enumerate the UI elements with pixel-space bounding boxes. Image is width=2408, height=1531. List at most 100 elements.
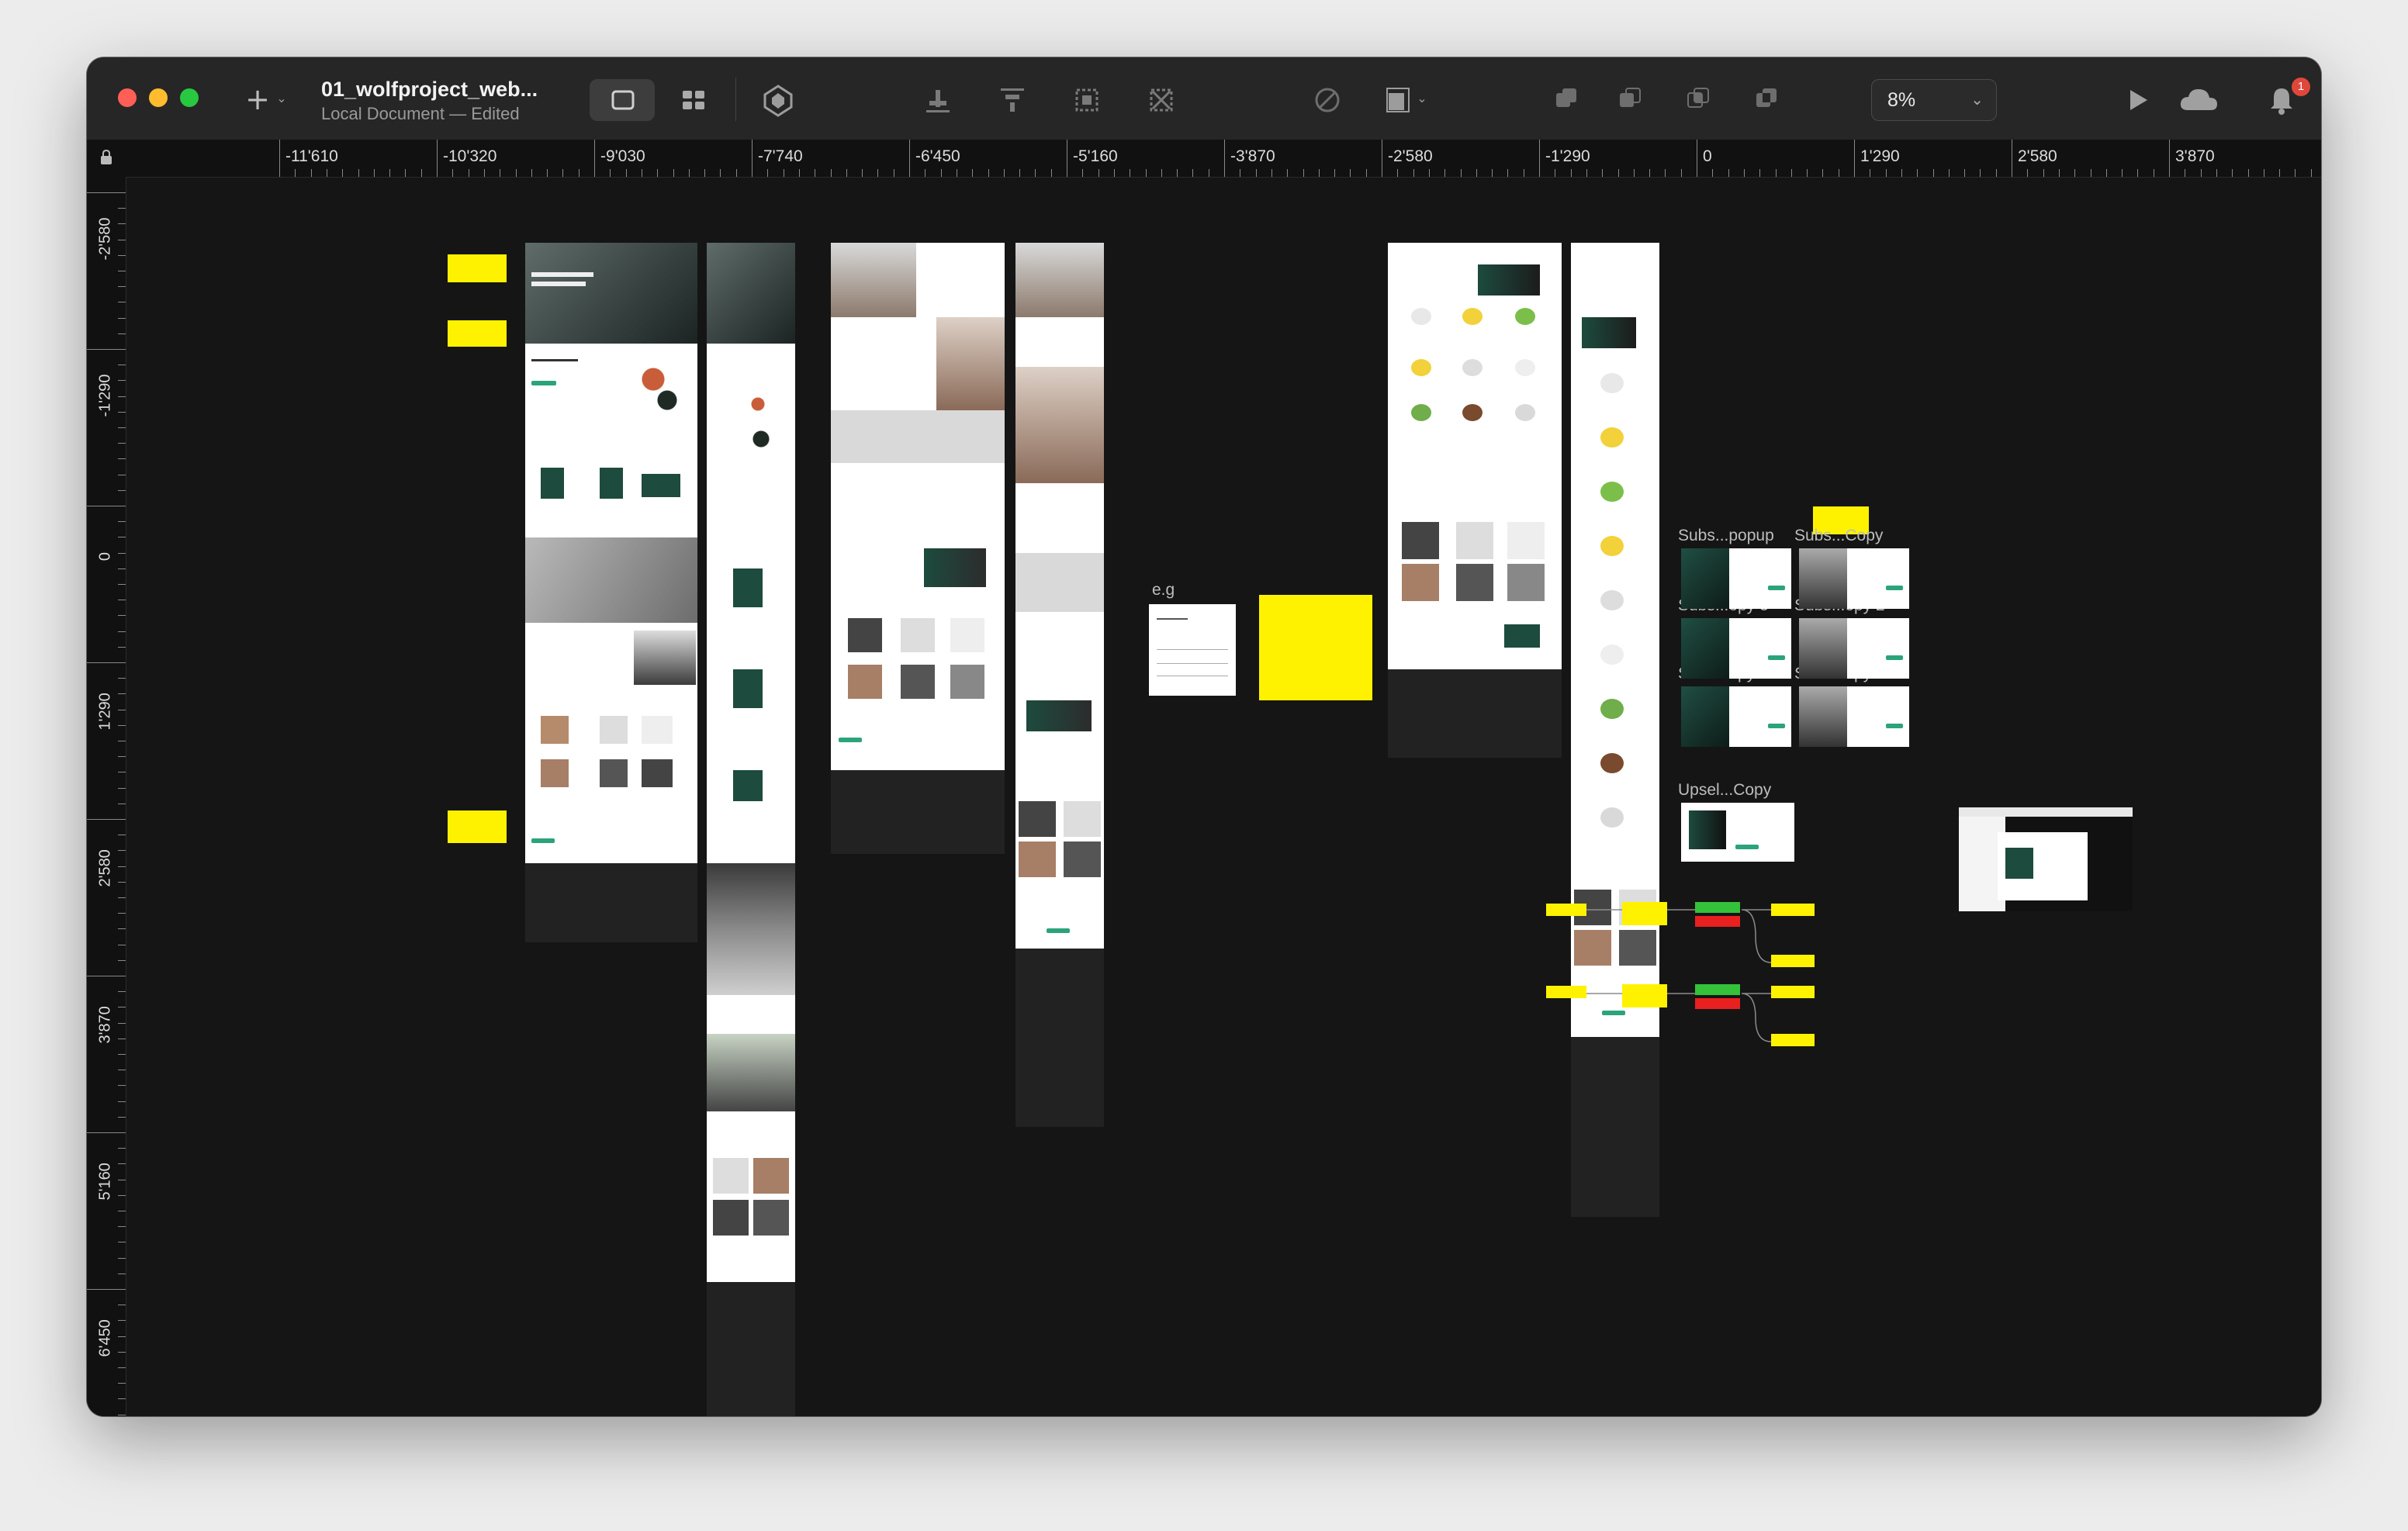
ruler-minor-tick: [373, 169, 375, 177]
browser-bar: [1959, 807, 2133, 817]
ruler-label: -5'160: [1073, 147, 1118, 165]
subscription-popup-frame[interactable]: [1799, 548, 1909, 609]
flow-node-yes[interactable]: [1695, 984, 1740, 995]
artboard-about-desktop[interactable]: [831, 243, 1005, 854]
ruler-minor-tick: [1775, 169, 1777, 177]
subscription-popup-frame[interactable]: [1681, 618, 1791, 679]
ruler-minor-tick: [118, 396, 126, 397]
ruler-minor-tick: [673, 169, 674, 177]
play-icon[interactable]: [2119, 82, 2155, 118]
ruler-minor-tick: [342, 169, 344, 177]
ruler-minor-tick: [1050, 169, 1052, 177]
ruler-minor-tick: [118, 1383, 126, 1384]
flow-node[interactable]: [1771, 904, 1815, 916]
hero-headline: [531, 272, 593, 277]
popup-submit-button[interactable]: [1886, 724, 1903, 728]
popup-submit-button[interactable]: [1768, 586, 1785, 590]
align-bottom-icon[interactable]: [919, 81, 957, 119]
sticky-note[interactable]: [448, 320, 507, 347]
artboard-about-mobile[interactable]: [1015, 243, 1104, 1127]
cloud-icon[interactable]: [2177, 81, 2222, 119]
maximize-window-button[interactable]: [180, 88, 199, 107]
flow-node[interactable]: [1771, 955, 1815, 967]
flow-node-no[interactable]: [1695, 998, 1740, 1009]
popup-submit-button[interactable]: [1886, 586, 1903, 590]
product-box: [1504, 624, 1540, 648]
mask-icon[interactable]: [1142, 81, 1181, 119]
product-image: [1689, 810, 1726, 849]
design-canvas[interactable]: e.g Subs...popup Subs...Copy Upsel...Cop…: [126, 178, 2321, 1416]
ruler-minor-tick: [2122, 169, 2123, 177]
popup-image: [1799, 686, 1847, 747]
plus-icon[interactable]: +: [244, 85, 272, 114]
artboard-ingredients-desktop[interactable]: [1388, 243, 1562, 758]
ruler-minor-tick: [118, 1257, 126, 1259]
ruler-minor-tick: [118, 913, 126, 914]
ruler-minor-tick: [483, 169, 485, 177]
ruler-minor-tick: [1082, 169, 1084, 177]
popup-submit-button[interactable]: [1886, 655, 1903, 660]
popup-submit-button[interactable]: [1768, 724, 1785, 728]
intersect-icon[interactable]: [1679, 81, 1718, 119]
flow-node[interactable]: [1622, 902, 1667, 925]
scissors-icon[interactable]: [1308, 81, 1347, 119]
ruler-minor-tick: [389, 169, 391, 177]
flow-node-yes[interactable]: [1695, 902, 1740, 913]
subscription-popup-frame[interactable]: [1799, 618, 1909, 679]
subscribe-button[interactable]: [839, 738, 862, 742]
chevron-down-icon[interactable]: ⌄: [1413, 90, 1431, 107]
ruler-minor-tick: [1885, 169, 1887, 177]
artboard-ingredients-mobile[interactable]: [1571, 243, 1659, 1217]
ruler-minor-tick: [1617, 169, 1619, 177]
sticky-note-large[interactable]: [1259, 595, 1372, 700]
difference-icon[interactable]: [1747, 81, 1786, 119]
distribute-icon[interactable]: [993, 81, 1032, 119]
ingredient-icon: [1462, 404, 1483, 421]
customer-photo: [713, 1200, 749, 1236]
subscribe-button[interactable]: [1047, 928, 1070, 933]
lock-icon[interactable]: [99, 149, 113, 166]
flow-node[interactable]: [1771, 1034, 1815, 1046]
minimize-window-button[interactable]: [149, 88, 168, 107]
sticky-note[interactable]: [448, 254, 507, 282]
footer: [707, 1282, 795, 1416]
frame-icon[interactable]: [1067, 81, 1106, 119]
zoom-select[interactable]: 8% ⌄: [1871, 79, 1997, 121]
artboard-dialog-example[interactable]: [1149, 604, 1236, 696]
subscription-popup-frame[interactable]: [1681, 686, 1791, 747]
sticky-note[interactable]: [448, 810, 507, 843]
artboard-home-mobile[interactable]: [707, 243, 795, 1416]
flow-node-no[interactable]: [1695, 916, 1740, 927]
grid-view-button[interactable]: [661, 79, 726, 121]
cta-button[interactable]: [531, 381, 556, 385]
subscription-popup-frame[interactable]: [1799, 686, 1909, 747]
ruler-minor-tick: [1476, 169, 1477, 177]
customer-photo: [713, 1158, 749, 1194]
artboard-upsell[interactable]: [1681, 803, 1794, 862]
flow-node[interactable]: [1546, 986, 1586, 998]
subscription-popup-frame[interactable]: [1681, 548, 1791, 609]
ruler-minor-tick: [1334, 169, 1336, 177]
symbol-icon[interactable]: [759, 81, 797, 119]
flow-node[interactable]: [1771, 986, 1815, 998]
flow-node[interactable]: [1622, 984, 1667, 1007]
flow-node[interactable]: [1546, 904, 1586, 916]
ruler-minor-tick: [657, 169, 659, 177]
artboard-home-desktop[interactable]: [525, 243, 697, 942]
canvas-view-button[interactable]: [590, 79, 655, 121]
ruler-major-tick: [87, 192, 126, 193]
ruler-minor-tick: [118, 521, 126, 523]
subscribe-button[interactable]: [531, 838, 555, 843]
close-window-button[interactable]: [118, 88, 137, 107]
subtract-icon[interactable]: [1611, 81, 1649, 119]
union-icon[interactable]: [1547, 81, 1586, 119]
ruler-minor-tick: [118, 552, 126, 554]
chevron-down-icon[interactable]: ⌄: [273, 90, 290, 107]
document-title[interactable]: 01_wolfproject_web...: [321, 78, 538, 102]
product-image: [746, 390, 777, 460]
ruler-minor-tick: [1917, 169, 1918, 177]
popup-submit-button[interactable]: [1768, 655, 1785, 660]
upsell-button[interactable]: [1735, 845, 1759, 849]
resize-icon[interactable]: [1379, 81, 1418, 119]
ingredient-icon: [1600, 536, 1624, 556]
